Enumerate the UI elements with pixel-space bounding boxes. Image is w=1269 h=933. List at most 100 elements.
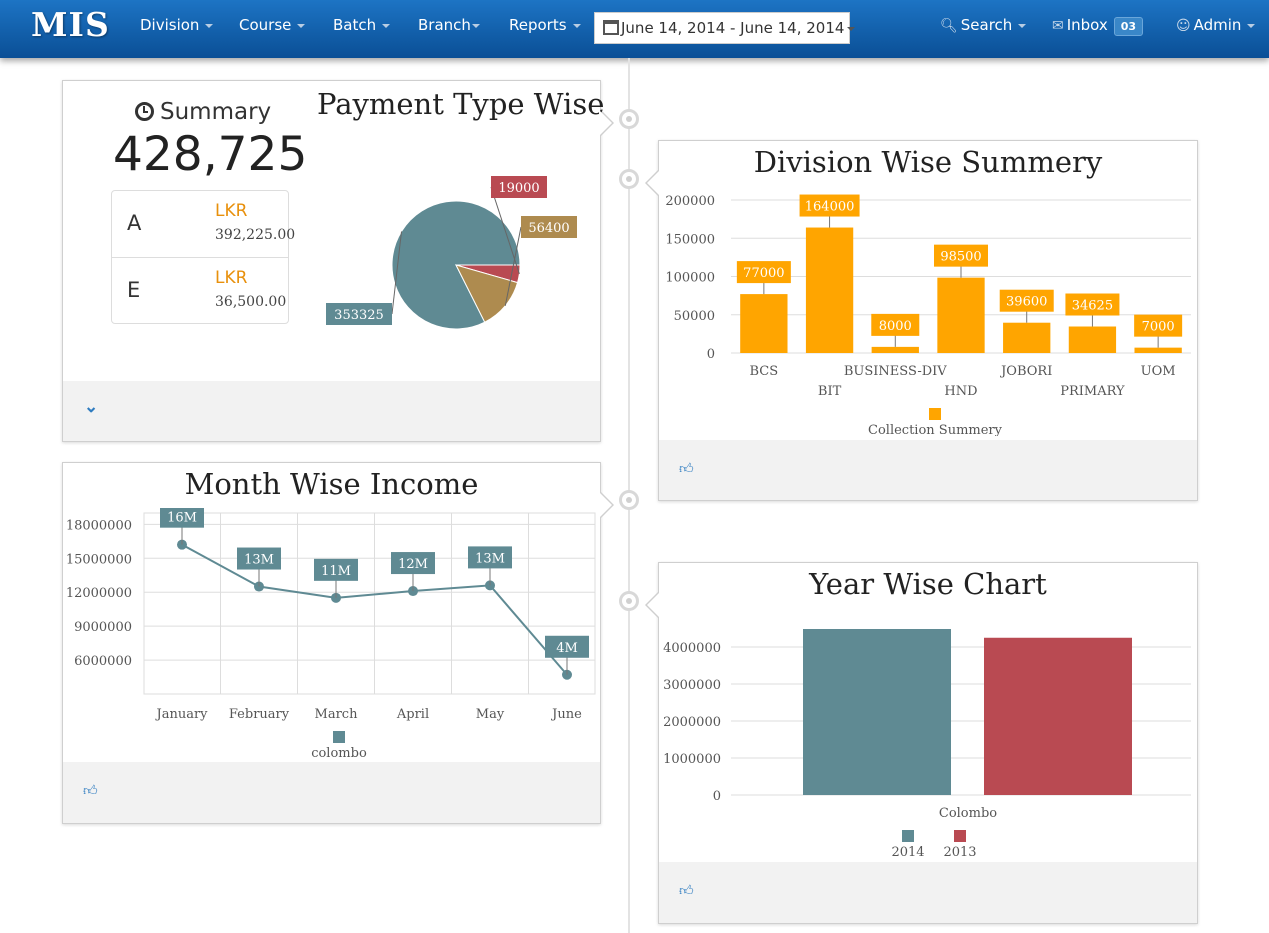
bar-data-label: 98500 (940, 250, 981, 265)
thumbs-up-icon[interactable]: 👍︎ (83, 782, 98, 799)
payment-summary-panel: Summary 428,725 A LKR 392,225.00 E LKR 3… (62, 80, 614, 442)
thumbs-up-icon[interactable]: 👍︎ (679, 460, 694, 477)
x-tick-label: UOM (1141, 364, 1176, 379)
y-tick-label: 0 (707, 347, 715, 362)
brand-logo[interactable]: MIS (31, 5, 110, 44)
x-tick-label: April (396, 707, 429, 722)
menu-batch[interactable]: Batch (333, 16, 391, 34)
summary-row: E LKR 36,500.00 (112, 257, 288, 323)
bar (1003, 322, 1051, 353)
bar-data-label: 39600 (1006, 295, 1047, 310)
chevron-down-icon (382, 23, 391, 28)
legend-label: 2013 (943, 845, 976, 860)
summary-row-currency: LKR (215, 268, 248, 288)
line-data-label: 4M (556, 641, 578, 656)
panel-footer: 👍︎ (659, 862, 1197, 923)
summary-row-key: A (127, 211, 142, 235)
bar-data-label: 77000 (743, 266, 784, 281)
payment-pie-chart: 3533251900056400CashChequeCredit Card (326, 176, 577, 330)
user-menu[interactable]: ☺︎ Admin (1176, 16, 1256, 34)
menu-division-label: Division (140, 16, 200, 34)
x-tick-label: BIT (818, 384, 842, 399)
x-tick-label: January (154, 707, 208, 722)
line-data-label: 11M (321, 564, 351, 579)
chevron-down-icon (572, 23, 581, 28)
search-menu[interactable]: 🔍︎ Search (940, 16, 1027, 34)
panel-footer: 👍︎ (63, 762, 600, 823)
y-tick-label: 3000000 (663, 678, 721, 693)
bar-data-label: 164000 (805, 200, 855, 215)
date-range-picker[interactable]: June 14, 2014 - June 14, 2014 (594, 12, 856, 44)
division-summary-panel: Division Wise Summery 0 50000 100000 150000… (645, 140, 1198, 501)
calendar-icon (603, 20, 619, 35)
chevron-down-icon (1247, 23, 1256, 28)
clock-icon (135, 102, 154, 121)
month-income-panel: Month Wise Income 6000000 9000000 12000000… (62, 462, 614, 824)
summary-row-amount: 392,225.00 (215, 227, 296, 243)
menu-branch-label: Branch (418, 16, 471, 34)
timeline-node (619, 591, 639, 611)
y-tick-label: 0 (713, 789, 721, 804)
bar (1068, 326, 1117, 353)
inbox-menu[interactable]: ✉︎ Inbox 03 (1052, 16, 1144, 36)
summary-row: A LKR 392,225.00 (112, 191, 295, 257)
y-tick-label: 2000000 (663, 715, 721, 730)
summary-heading: Summary (135, 99, 271, 125)
line-data-label: 16M (167, 511, 197, 526)
y-tick-label: 50000 (674, 309, 715, 324)
x-tick-label: PRIMARY (1060, 384, 1125, 399)
legend-label: 2014 (891, 845, 924, 860)
panel-footer: 👍︎ (659, 440, 1197, 500)
user-icon: ☺︎ (1176, 18, 1191, 34)
bar-data-label: 7000 (1142, 320, 1175, 335)
y-tick-label: 15000000 (66, 552, 132, 567)
summary-table: A LKR 392,225.00 E LKR 36,500.00 (111, 190, 295, 324)
chevron-down-icon[interactable]: ⌄ (84, 397, 98, 417)
legend-swatch (902, 830, 914, 842)
y-tick-label: 200000 (665, 194, 715, 209)
summary-row-key: E (127, 278, 141, 302)
bar (871, 346, 919, 353)
timeline-node (619, 109, 639, 129)
legend-swatch (954, 830, 966, 842)
timeline-node (619, 169, 639, 189)
bar-data-label: 8000 (879, 319, 912, 334)
line-data-label: 13M (475, 551, 505, 566)
menu-division[interactable]: Division (140, 16, 214, 34)
timeline-node (619, 490, 639, 510)
menu-course-label: Course (239, 16, 292, 34)
bar (805, 227, 854, 353)
chevron-down-icon (205, 23, 214, 28)
panel-footer: ⌄ (63, 381, 600, 441)
y-tick-label: 6000000 (74, 654, 132, 669)
plot-frame (143, 512, 596, 695)
menu-course[interactable]: Course (239, 16, 306, 34)
division-bar-chart: 0 50000 100000 150000 200000 77000 BCS 164000 BI… (665, 194, 1191, 436)
y-tick-label: 12000000 (66, 586, 132, 601)
month-chart-title: Month Wise Income (184, 467, 479, 501)
menu-branch[interactable]: Branch (418, 16, 480, 34)
envelope-icon: ✉︎ (1052, 18, 1064, 34)
summary-title: Summary (160, 99, 272, 125)
menu-reports-label: Reports (509, 16, 567, 34)
month-line-chart: 6000000 9000000 12000000 15000000 18000000 16… (66, 508, 596, 761)
line-data-label: 12M (398, 557, 428, 572)
x-tick-label: BCS (750, 364, 779, 379)
y-tick-label: 18000000 (66, 518, 132, 533)
x-tick-label: JOBORI (999, 364, 1052, 379)
user-label: Admin (1193, 16, 1242, 34)
menu-reports[interactable]: Reports (509, 16, 581, 34)
inbox-label: Inbox (1066, 16, 1108, 34)
x-tick-label: HND (944, 384, 977, 399)
x-tick-label: February (229, 707, 290, 722)
date-range-value: June 14, 2014 - June 14, 2014 (621, 19, 845, 37)
y-tick-label: 4000000 (663, 641, 721, 656)
thumbs-up-icon[interactable]: 👍︎ (679, 882, 694, 899)
pie-data-label: 56400 (528, 221, 569, 236)
year-chart-panel: Year Wise Chart 0 1000000 2000000 3000000 40… (645, 562, 1198, 924)
summary-row-amount: 36,500.00 (215, 294, 287, 310)
legend-swatch (929, 408, 941, 420)
x-tick-label: June (550, 707, 582, 722)
chevron-down-icon (297, 23, 306, 28)
y-tick-label: 100000 (665, 271, 715, 286)
